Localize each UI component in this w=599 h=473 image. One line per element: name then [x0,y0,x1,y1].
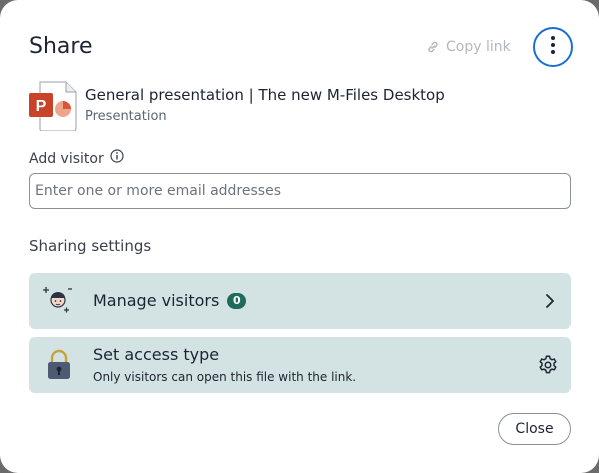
email-field[interactable] [29,173,571,209]
access-type-description: Only visitors can open this file with th… [93,370,357,384]
link-icon [426,40,440,54]
file-name: General presentation | The new M-Files D… [85,86,445,104]
more-vertical-icon [550,35,556,59]
lock-icon [41,347,77,383]
add-visitor-label: Add visitor [29,149,124,168]
chevron-right-icon [545,293,555,313]
access-type-card[interactable]: Set access type Only visitors can open t… [29,337,571,393]
gear-icon[interactable] [537,354,559,380]
manage-visitors-card[interactable]: Manage visitors 0 [29,273,571,329]
access-type-title: Set access type [93,344,219,366]
manage-visitors-label: Manage visitors [93,291,220,310]
share-dialog: Share Copy link P General presentation |… [0,0,599,473]
visitor-count-badge: 0 [227,293,247,309]
info-icon[interactable] [110,149,124,168]
svg-text:P: P [36,98,47,115]
add-visitor-text: Add visitor [29,150,104,167]
copy-link-label: Copy link [446,39,511,55]
sharing-settings-heading: Sharing settings [29,237,152,255]
visitor-avatar-icon [41,283,77,319]
access-type-label: Set access type [93,345,220,364]
manage-visitors-title: Manage visitors 0 [93,290,247,312]
copy-link-button[interactable]: Copy link [426,37,511,57]
powerpoint-file-icon: P [28,81,78,132]
more-options-button[interactable] [533,27,573,67]
dialog-title: Share [29,34,93,59]
close-button[interactable]: Close [498,413,571,445]
file-type: Presentation [85,109,167,124]
